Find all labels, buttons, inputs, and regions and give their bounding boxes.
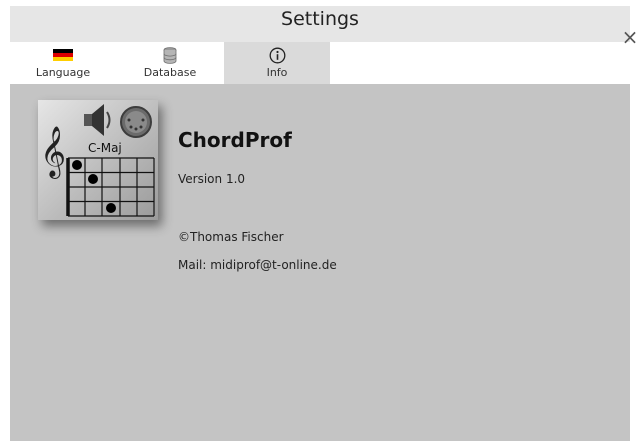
chord-label: C-Maj bbox=[88, 141, 122, 155]
title-bar: Settings bbox=[10, 6, 630, 42]
version-text: Version 1.0 bbox=[178, 172, 246, 186]
svg-text:𝄞: 𝄞 bbox=[40, 126, 66, 179]
mail-text: Mail: midiprof@t-online.de bbox=[178, 258, 337, 272]
german-flag-icon bbox=[10, 46, 116, 64]
settings-window: Settings Language Database Info × 𝄞 C-Ma… bbox=[0, 0, 639, 441]
copyright-text: ©Thomas Fischer bbox=[178, 230, 284, 244]
info-icon bbox=[224, 46, 330, 64]
tab-info-label: Info bbox=[266, 66, 288, 79]
tab-language-label: Language bbox=[35, 66, 91, 79]
speaker-icon bbox=[84, 104, 111, 136]
app-name: ChordProf bbox=[178, 128, 292, 152]
tab-database[interactable]: Database bbox=[117, 42, 223, 84]
database-icon bbox=[117, 46, 223, 64]
settings-dialog: Settings Language Database Info × 𝄞 C-Ma… bbox=[10, 6, 638, 441]
dialog-title: Settings bbox=[281, 8, 359, 30]
tab-database-label: Database bbox=[143, 66, 197, 79]
tab-language[interactable]: Language bbox=[10, 42, 116, 84]
midi-plug-icon bbox=[120, 106, 152, 138]
tab-info[interactable]: Info bbox=[224, 42, 330, 84]
app-icon: 𝄞 C-Maj bbox=[38, 100, 158, 220]
tab-bar: Language Database Info bbox=[10, 42, 630, 84]
info-content: 𝄞 C-Maj ChordProf Version 1.0 ©Thomas Fi… bbox=[10, 84, 630, 441]
close-icon[interactable]: × bbox=[621, 27, 639, 47]
